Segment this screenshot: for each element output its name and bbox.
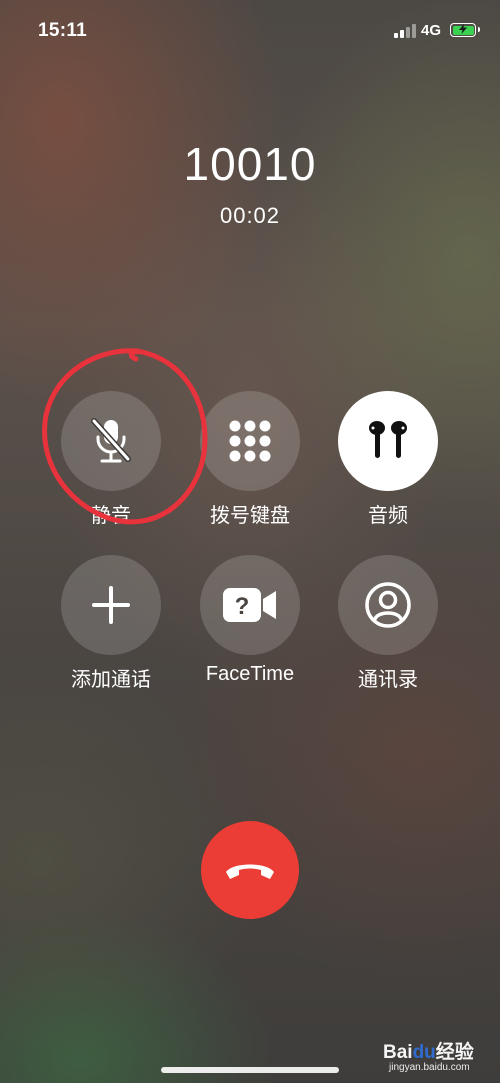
status-bar: 15:11 4G <box>0 0 500 62</box>
mute-control[interactable]: 静音 <box>46 391 176 528</box>
watermark-url: jingyan.baidu.com <box>389 1062 470 1073</box>
audio-label: 音频 <box>368 505 408 527</box>
facetime-button[interactable]: ? <box>200 555 300 655</box>
add-call-label: 添加通话 <box>71 669 151 691</box>
airpods-icon <box>369 421 407 458</box>
svg-text:?: ? <box>235 593 250 620</box>
caller-number: 10010 <box>183 138 317 190</box>
facetime-control[interactable]: ? FaceTime <box>185 555 315 686</box>
battery-icon <box>450 23 480 37</box>
cellular-signal-icon <box>394 24 416 38</box>
end-call-button[interactable] <box>201 821 299 919</box>
phone-hangup-icon <box>226 864 274 879</box>
add-call-button[interactable] <box>61 555 161 655</box>
facetime-label: FaceTime <box>205 663 295 685</box>
home-indicator[interactable] <box>161 1067 339 1073</box>
plus-icon <box>92 586 130 624</box>
audio-button[interactable] <box>338 391 438 491</box>
audio-control[interactable]: 音频 <box>323 391 453 528</box>
mute-button[interactable] <box>61 391 161 491</box>
keypad-control[interactable]: 拨号键盘 <box>185 391 315 528</box>
person-circle-icon <box>365 582 411 628</box>
keypad-label: 拨号键盘 <box>210 505 290 527</box>
watermark-logo: Baidu经验 <box>383 1042 474 1063</box>
baidu-watermark: Baidu经验 jingyan.baidu.com <box>383 1035 495 1079</box>
call-duration: 00:02 <box>219 203 281 228</box>
add-call-control[interactable]: 添加通话 <box>46 555 176 692</box>
mic-slash-icon <box>91 418 131 463</box>
contacts-control[interactable]: 通讯录 <box>323 555 453 692</box>
facetime-question-icon: ? <box>223 588 276 622</box>
contacts-label: 通讯录 <box>358 669 418 691</box>
mute-label: 静音 <box>91 505 131 527</box>
keypad-icon <box>229 420 271 462</box>
network-type: 4G <box>421 22 442 39</box>
keypad-button[interactable] <box>200 391 300 491</box>
contacts-button[interactable] <box>338 555 438 655</box>
status-time: 15:11 <box>38 20 88 41</box>
